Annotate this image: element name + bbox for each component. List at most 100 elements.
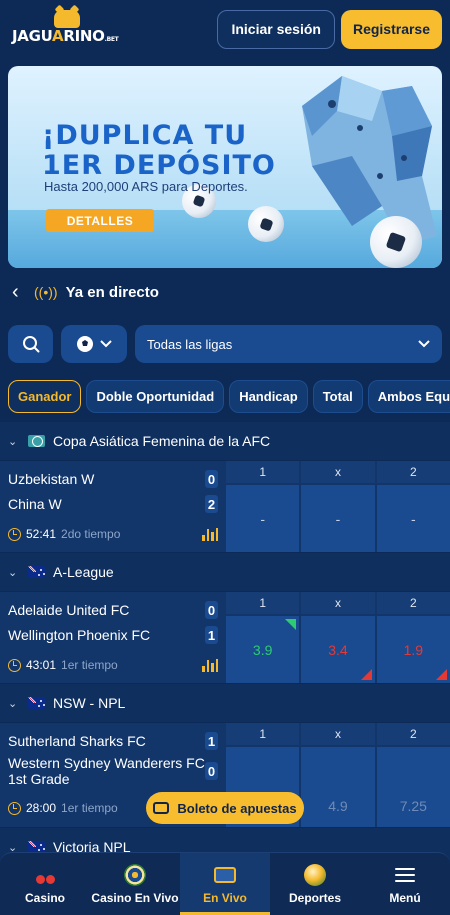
tab-ganador[interactable]: Ganador — [8, 380, 82, 413]
odd-value: 3.9 — [252, 641, 273, 658]
nav-menu[interactable]: Menú — [360, 853, 450, 915]
search-button[interactable] — [8, 325, 53, 363]
ticket-icon — [153, 802, 170, 814]
collapse-chevron-icon: ⌄ — [8, 697, 18, 710]
bet-slip-button[interactable]: Boleto de apuestas — [146, 792, 304, 824]
away-team: Wellington Phoenix FC — [8, 627, 151, 643]
odds-header-x: x — [301, 723, 375, 745]
match-time: 28:00 — [26, 801, 57, 815]
tab-doble-oportunidad[interactable]: Doble Oportunidad — [86, 380, 225, 413]
home-team: Uzbekistan W — [8, 471, 95, 487]
match-time: 52:41 — [26, 527, 57, 541]
back-chevron-icon[interactable]: ‹ — [12, 281, 26, 304]
league-header[interactable]: ⌄ Copa Asiática Femenina de la AFC — [0, 422, 450, 460]
odds-header-1: 1 — [226, 592, 300, 614]
match-period: 1er tiempo — [61, 801, 118, 815]
soccer-ball-mid-icon — [248, 206, 284, 242]
sport-selector[interactable] — [61, 325, 127, 363]
home-team: Adelaide United FC — [8, 602, 130, 618]
nav-label: Menú — [389, 891, 421, 905]
away-score: 2 — [205, 495, 218, 513]
cherry-icon — [35, 863, 55, 887]
nav-casino[interactable]: Casino — [0, 853, 90, 915]
league-header[interactable]: ⌄ NSW - NPL — [0, 684, 450, 722]
banner-details-button[interactable]: DETALLES — [46, 209, 154, 232]
league-select-value: Todas las ligas — [147, 336, 233, 352]
tab-ambos-equipos[interactable]: Ambos Equipos — [367, 380, 450, 413]
nav-casino-en-vivo[interactable]: Casino En Vivo — [90, 853, 180, 915]
promo-banner[interactable]: ¡DUPLICA TU 1ER DEPÓSITO Hasta 200,000 A… — [8, 66, 442, 268]
logo-text-accent: A — [52, 27, 64, 45]
odd-away[interactable]: - — [376, 485, 450, 552]
collapse-chevron-icon: ⌄ — [8, 435, 18, 448]
stats-icon[interactable] — [202, 527, 218, 541]
league-select[interactable]: Todas las ligas — [135, 325, 442, 363]
login-button[interactable]: Iniciar sesión — [217, 9, 335, 49]
banner-subtitle: Hasta 200,000 ARS para Deportes. — [44, 179, 248, 194]
odd-draw[interactable]: 4.9 — [301, 747, 375, 827]
odd-draw[interactable]: 3.4 — [301, 616, 375, 683]
nav-label: Casino En Vivo — [91, 891, 179, 905]
odd-away[interactable]: 1.9 — [376, 616, 450, 683]
match-row[interactable]: Adelaide United FC 0 Wellington Phoenix … — [0, 592, 450, 683]
odds-header-x: x — [301, 592, 375, 614]
odd-away[interactable]: 7.25 — [376, 747, 450, 827]
nav-label: Deportes — [288, 891, 341, 905]
league-name: A-League — [53, 564, 114, 580]
logo-text-tail: RINO — [63, 27, 105, 45]
logo-text-main: JAGU — [12, 27, 53, 45]
odds-header-2: 2 — [376, 461, 450, 483]
match-time: 43:01 — [26, 658, 57, 672]
match-row[interactable]: Uzbekistan W 0 China W 2 52:41 2do tiemp… — [0, 461, 450, 552]
sports-ball-icon — [304, 863, 326, 887]
chevron-down-icon — [100, 340, 112, 348]
jaguarino-logo[interactable]: JAGUARINO.BET — [12, 10, 122, 48]
away-team: China W — [8, 496, 62, 512]
nav-label: Casino — [24, 891, 65, 905]
tab-total[interactable]: Total — [312, 380, 363, 413]
app-header: JAGUARINO.BET Iniciar sesión Registrarse — [0, 0, 450, 58]
odd-home[interactable]: 3.9 — [226, 616, 300, 683]
clock-icon — [8, 801, 21, 815]
odds-up-indicator-icon — [285, 619, 297, 630]
afc-flag-icon — [28, 435, 45, 447]
live-section-header: ‹ ((•)) Ya en directo — [12, 280, 159, 304]
home-score: 0 — [205, 601, 218, 619]
live-section-title: Ya en directo — [65, 283, 159, 301]
away-score: 0 — [205, 762, 218, 780]
register-button[interactable]: Registrarse — [340, 9, 442, 49]
nav-label: En Vivo — [203, 891, 247, 905]
clock-icon — [8, 658, 21, 672]
odds-header-2: 2 — [376, 592, 450, 614]
odd-value: 3.4 — [328, 641, 348, 658]
odd-home[interactable]: - — [226, 485, 300, 552]
home-score: 0 — [205, 470, 218, 488]
match-period: 1er tiempo — [61, 658, 118, 672]
odd-draw[interactable]: - — [301, 485, 375, 552]
search-icon — [22, 336, 39, 353]
soccer-ball-large-icon — [370, 216, 422, 268]
stats-icon[interactable] — [202, 658, 218, 672]
nav-en-vivo[interactable]: En Vivo — [180, 853, 270, 915]
league-header[interactable]: ⌄ A-League — [0, 553, 450, 591]
live-broadcast-icon: ((•)) — [34, 284, 58, 300]
filter-bar: Todas las ligas — [8, 325, 450, 363]
match-period: 2do tiempo — [61, 527, 121, 541]
away-score: 1 — [205, 626, 218, 644]
collapse-chevron-icon: ⌄ — [8, 566, 18, 579]
odds-header-1: 1 — [226, 461, 300, 483]
odds-header-x: x — [301, 461, 375, 483]
nav-deportes[interactable]: Deportes — [270, 853, 360, 915]
banner-title-line2: 1ER DEPÓSITO — [42, 150, 276, 181]
soccer-ball-icon — [77, 336, 93, 352]
odds-header-2: 2 — [376, 723, 450, 745]
live-tv-icon — [214, 863, 236, 887]
odds-header-1: 1 — [226, 723, 300, 745]
logo-text-suffix: .BET — [104, 36, 119, 43]
away-team: Western Sydney Wanderers FC 1st Grade — [8, 755, 205, 787]
odd-value: 1.9 — [403, 641, 424, 658]
jaguar-head-icon — [54, 10, 80, 28]
tab-handicap[interactable]: Handicap — [229, 380, 308, 413]
banner-title-line1: ¡DUPLICA TU — [42, 120, 248, 151]
league-name: NSW - NPL — [53, 695, 126, 711]
